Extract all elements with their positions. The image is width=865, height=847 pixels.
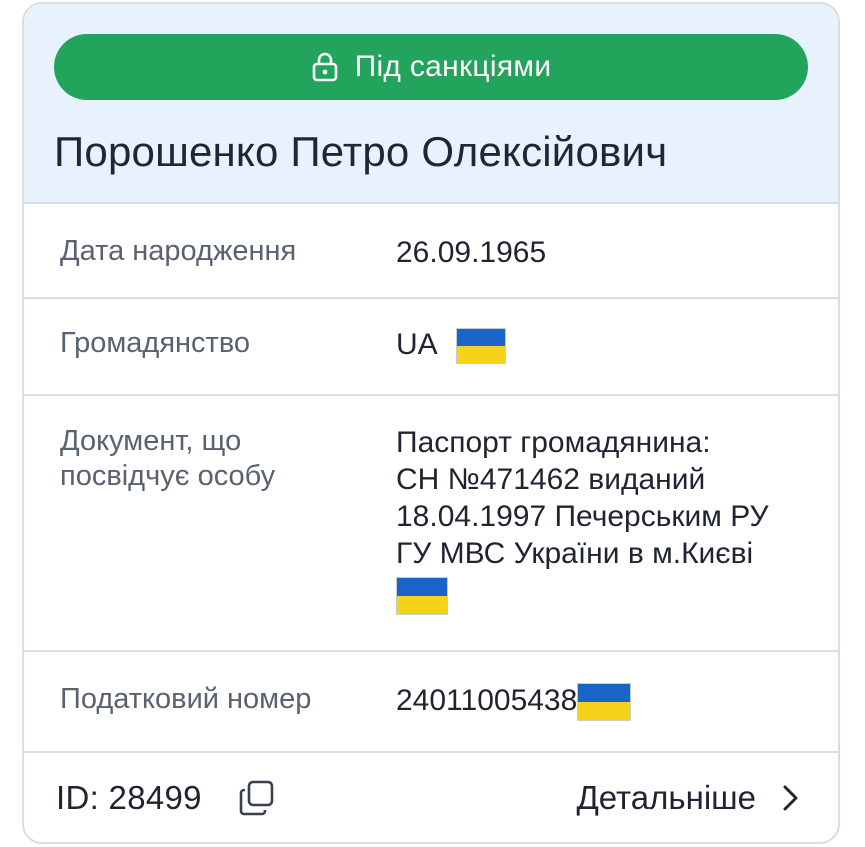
ukraine-flag-icon [456, 328, 507, 365]
chevron-right-icon [780, 783, 802, 813]
details-link[interactable]: Детальніше [576, 779, 802, 817]
sanctions-status-badge: Під санкціями [54, 34, 808, 100]
row-birth-date: Дата народження 26.09.1965 [24, 204, 838, 299]
citizenship-value: UA [396, 328, 437, 361]
identity-document-value-line: Паспорт громадянина: [396, 426, 711, 459]
sanctions-card: Під санкціями Порошенко Петро Олексійови… [22, 2, 840, 844]
identity-document-value-line: 18.04.1997 Печерським РУ [396, 500, 769, 533]
identity-document-value: Паспорт громадянина: СН №471462 виданий … [396, 424, 769, 650]
birth-date-label: Дата народження [60, 235, 297, 267]
tax-number-value-wrap: 24011005438 [396, 682, 632, 751]
status-label: Під санкціями [354, 50, 552, 83]
row-tax-number: Податковий номер 24011005438 [24, 652, 838, 753]
tax-number-label: Податковий номер [60, 683, 312, 715]
lock-icon [311, 52, 339, 82]
ukraine-flag-icon [396, 577, 448, 616]
row-identity-document: Документ, що посвідчує особу Паспорт гро… [24, 396, 838, 652]
row-citizenship: Громадянство UA [24, 299, 838, 396]
identity-document-value-line: СН №471462 виданий [396, 463, 706, 496]
entity-id: ID: 28499 [56, 779, 202, 816]
card-footer: ID: 28499 Детальніше [24, 753, 838, 842]
identity-document-label: Документ, що посвідчує особу [60, 424, 396, 650]
citizenship-value-wrap: UA [396, 326, 507, 394]
identity-document-label-line: посвідчує особу [60, 460, 276, 492]
citizenship-label: Громадянство [60, 327, 251, 359]
details-label: Детальніше [576, 779, 756, 816]
identity-document-label-line: Документ, що [60, 425, 242, 457]
birth-date-value: 26.09.1965 [396, 236, 547, 269]
ukraine-flag-icon [577, 683, 632, 722]
tax-number-value: 24011005438 [396, 684, 578, 717]
identity-document-value-line: ГУ МВС України в м.Києві [396, 537, 754, 570]
identity-document-flag-wrap [396, 576, 769, 616]
card-header: Під санкціями Порошенко Петро Олексійови… [24, 4, 838, 204]
copy-icon[interactable] [238, 779, 276, 817]
person-name: Порошенко Петро Олексійович [54, 128, 668, 175]
